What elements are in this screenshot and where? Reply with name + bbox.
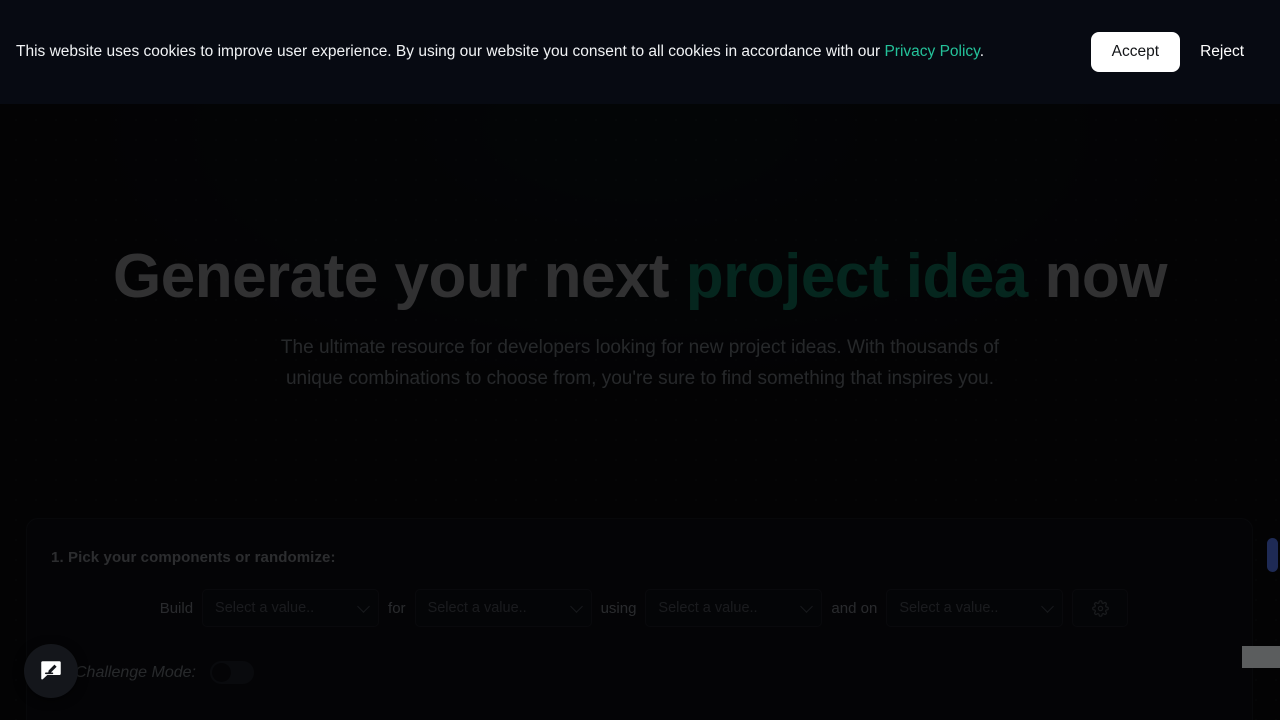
scrollbar-thumb[interactable]: [1267, 538, 1278, 572]
feedback-pencil-bubble-icon: [41, 661, 61, 680]
select-technology[interactable]: Select a value..: [645, 589, 823, 627]
select-audience-value: Select a value..: [427, 600, 527, 616]
challenge-mode-toggle[interactable]: [209, 661, 254, 684]
select-platform-value: Select a value..: [899, 600, 999, 616]
select-platform[interactable]: Select a value..: [886, 589, 1064, 627]
privacy-policy-link[interactable]: Privacy Policy: [884, 43, 979, 60]
challenge-mode-row: Challenge Mode:: [51, 661, 1228, 684]
hero-title-part1: Generate your next: [112, 242, 686, 311]
scrollbar-track[interactable]: [1265, 104, 1280, 720]
cookie-text-after-link: .: [979, 42, 985, 60]
chevron-down-icon: [1041, 600, 1055, 613]
cookie-consent-text: This website uses cookies to improve use…: [16, 40, 1026, 64]
gear-icon: [1091, 599, 1109, 617]
conjunction-using: using: [600, 599, 637, 617]
hero-subtitle: The ultimate resource for developers loo…: [280, 336, 1000, 389]
accept-button[interactable]: Accept: [1090, 32, 1181, 72]
reject-button[interactable]: Reject: [1188, 32, 1256, 72]
cookie-consent-banner: This website uses cookies to improve use…: [0, 0, 1280, 104]
chevron-down-icon: [357, 600, 370, 613]
page-root: Generate your next project idea now The …: [0, 0, 1280, 720]
conjunction-build: Build: [159, 599, 194, 617]
cookie-consent-actions: Accept Reject: [1090, 32, 1264, 72]
select-audience[interactable]: Select a value..: [414, 589, 592, 627]
hero-title-accent: project idea: [685, 242, 1029, 311]
hero-section: Generate your next project idea now The …: [0, 104, 1280, 394]
select-technology-value: Select a value..: [658, 600, 758, 616]
hero-title-part2: now: [1027, 242, 1168, 311]
conjunction-for: for: [388, 599, 406, 617]
chevron-down-icon: [569, 600, 583, 613]
chevron-down-icon: [800, 600, 814, 613]
cookie-text-before-link: This website uses cookies to improve use…: [16, 42, 885, 60]
challenge-mode-label: Challenge Mode:: [75, 663, 196, 681]
conjunction-and-on: and on: [831, 599, 878, 617]
builder-sentence-row: Build Select a value.. for Select a valu…: [51, 589, 1228, 627]
builder-card: 1. Pick your components or randomize: Bu…: [26, 518, 1253, 720]
settings-button[interactable]: [1072, 589, 1129, 627]
feedback-button[interactable]: [24, 644, 78, 698]
page-title: Generate your next project idea now: [0, 242, 1280, 311]
step-label: 1. Pick your components or randomize:: [51, 549, 336, 566]
select-project-type[interactable]: Select a value..: [202, 589, 380, 627]
select-project-type-value: Select a value..: [215, 600, 315, 616]
